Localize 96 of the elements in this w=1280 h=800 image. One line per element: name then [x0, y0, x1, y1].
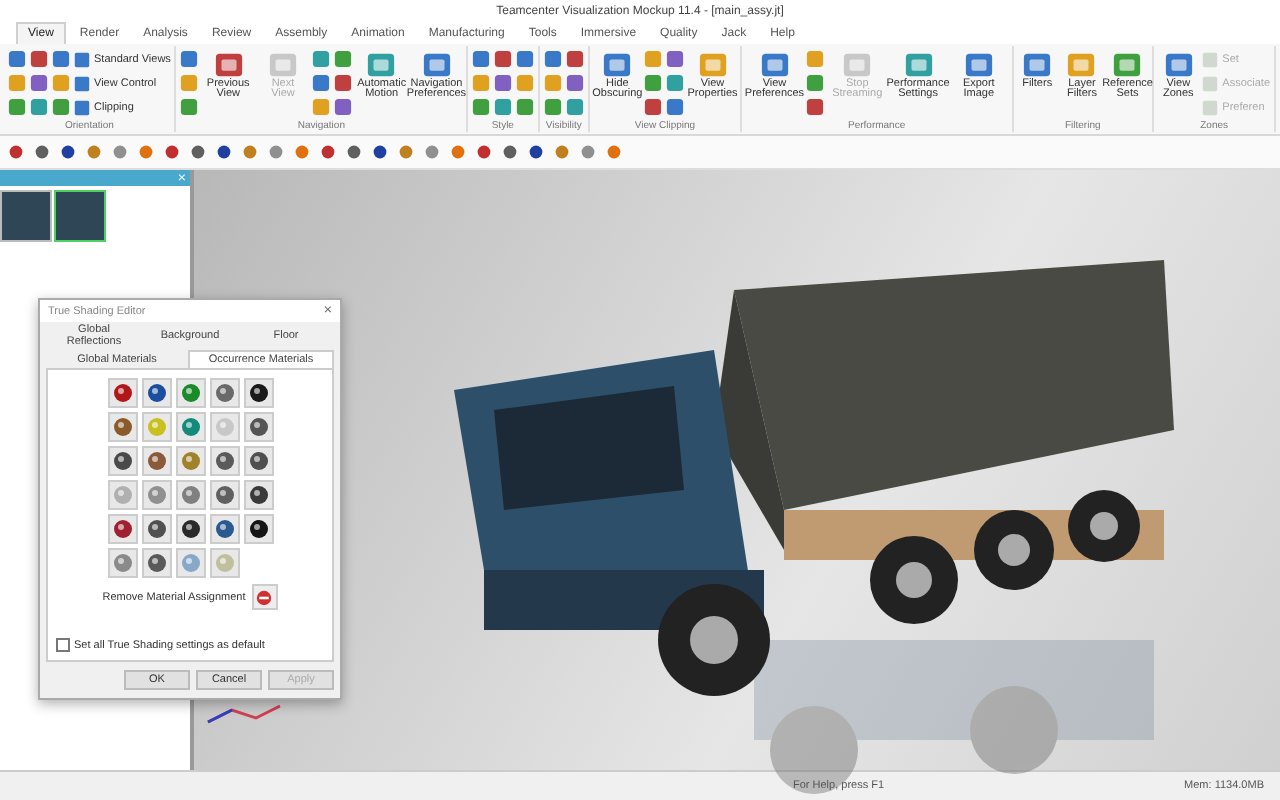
no-entry-icon	[256, 589, 273, 605]
material-swatch[interactable]	[107, 480, 137, 510]
material-swatch[interactable]	[243, 446, 273, 476]
material-swatch[interactable]	[243, 412, 273, 442]
photo-placeholder[interactable]	[0, 190, 52, 242]
tile-icon[interactable]	[565, 98, 584, 116]
tile-icon[interactable]	[515, 98, 534, 116]
tile-icon[interactable]	[312, 50, 331, 68]
tile-icon	[213, 49, 244, 79]
tile-icon	[1202, 99, 1219, 115]
tile-icon[interactable]	[543, 50, 562, 68]
material-swatch[interactable]	[209, 446, 239, 476]
material-swatch[interactable]	[141, 446, 171, 476]
material-swatch[interactable]	[141, 378, 171, 408]
material-swatch[interactable]	[107, 412, 137, 442]
material-swatch[interactable]	[141, 480, 171, 510]
remove-button[interactable]	[251, 584, 278, 610]
tile-icon	[842, 49, 873, 79]
tile-icon	[366, 49, 397, 79]
material-swatch[interactable]	[107, 514, 137, 544]
tile-icon[interactable]	[806, 74, 825, 92]
tile-icon	[74, 75, 90, 91]
material-swatch[interactable]	[175, 446, 205, 476]
material-swatch[interactable]	[209, 412, 239, 442]
tile-icon[interactable]	[30, 74, 48, 92]
tile-icon[interactable]	[543, 74, 562, 92]
tile-icon	[1066, 49, 1097, 79]
tile-icon[interactable]	[806, 50, 825, 68]
tile-icon[interactable]	[493, 50, 512, 68]
material-swatch[interactable]	[107, 378, 137, 408]
tile-icon[interactable]	[666, 50, 685, 68]
tile-icon	[697, 49, 728, 79]
tile-icon[interactable]	[565, 74, 584, 92]
tile-icon[interactable]	[8, 74, 26, 92]
tile-icon[interactable]	[493, 98, 512, 116]
material-swatch[interactable]	[141, 548, 171, 578]
tile-icon[interactable]	[312, 74, 331, 92]
tile-icon	[1112, 49, 1143, 79]
tile-icon[interactable]	[471, 50, 490, 68]
tile-icon[interactable]	[543, 98, 562, 116]
tile-icon[interactable]	[493, 74, 512, 92]
material-swatch[interactable]	[209, 514, 239, 544]
material-swatch[interactable]	[175, 548, 205, 578]
checkbox[interactable]	[56, 638, 70, 652]
tile-icon[interactable]	[52, 74, 70, 92]
material-swatch[interactable]	[175, 412, 205, 442]
tile-icon[interactable]	[806, 98, 825, 116]
material-swatch[interactable]	[175, 480, 205, 510]
tile-icon[interactable]	[515, 74, 534, 92]
tile-icon[interactable]	[180, 98, 199, 116]
material-swatch[interactable]	[107, 548, 137, 578]
tile-icon[interactable]	[644, 74, 663, 92]
material-swatch[interactable]	[209, 548, 239, 578]
tile-icon[interactable]	[334, 74, 353, 92]
tile-icon	[903, 49, 933, 79]
tile-icon	[267, 49, 298, 79]
tile-icon	[74, 51, 90, 67]
material-swatch[interactable]	[141, 412, 171, 442]
material-swatch[interactable]	[175, 378, 205, 408]
tile-icon[interactable]	[8, 98, 26, 116]
tile-icon	[1022, 49, 1053, 79]
tile-icon[interactable]	[515, 50, 534, 68]
tile-icon[interactable]	[180, 74, 199, 92]
tile-icon	[421, 49, 452, 79]
tile-icon[interactable]	[8, 50, 26, 68]
tile-icon	[602, 49, 633, 79]
tile-icon	[1202, 51, 1219, 67]
material-swatch[interactable]	[243, 378, 273, 408]
tile-icon[interactable]	[30, 50, 48, 68]
tile-icon[interactable]	[30, 98, 48, 116]
tile-icon[interactable]	[644, 98, 663, 116]
tile-icon[interactable]	[565, 50, 584, 68]
tile-icon[interactable]	[334, 50, 353, 68]
tile-icon	[759, 49, 790, 79]
tile-icon[interactable]	[52, 50, 70, 68]
photo-placeholder[interactable]	[54, 190, 106, 242]
tile-icon[interactable]	[471, 98, 490, 116]
tile-icon[interactable]	[666, 98, 685, 116]
tile-icon[interactable]	[312, 98, 331, 116]
material-swatch[interactable]	[209, 480, 239, 510]
tile-icon[interactable]	[471, 74, 490, 92]
material-swatch[interactable]	[107, 446, 137, 476]
material-swatch[interactable]	[243, 480, 273, 510]
material-swatch[interactable]	[243, 514, 273, 544]
tile-icon	[963, 49, 994, 79]
tile-icon	[1163, 49, 1194, 79]
tile-icon[interactable]	[180, 50, 199, 68]
tile-icon	[1202, 75, 1219, 91]
tile-icon[interactable]	[644, 50, 663, 68]
material-swatch[interactable]	[209, 378, 239, 408]
material-swatch[interactable]	[141, 514, 171, 544]
tile-icon[interactable]	[334, 98, 353, 116]
material-swatch[interactable]	[175, 514, 205, 544]
tile-icon	[74, 99, 90, 115]
tile-icon[interactable]	[666, 74, 685, 92]
tile-icon[interactable]	[52, 98, 70, 116]
